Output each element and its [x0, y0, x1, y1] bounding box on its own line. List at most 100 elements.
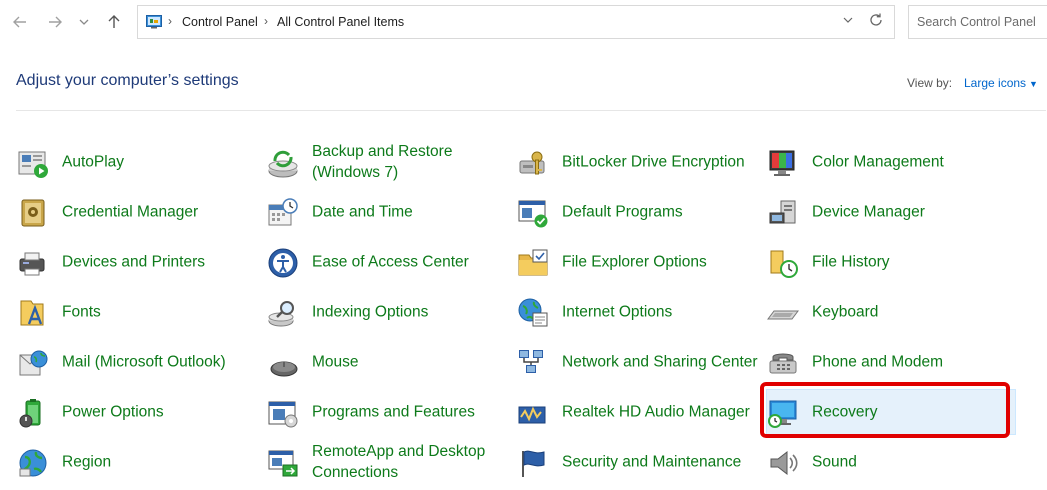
- cp-item-file-explorer-options[interactable]: File Explorer Options: [516, 239, 766, 285]
- indexing-options-icon: [268, 301, 294, 327]
- region-icon: [19, 449, 47, 477]
- cp-item-label: File History: [812, 253, 890, 271]
- color-management-icon: [769, 150, 795, 176]
- cp-item-programs-features[interactable]: Programs and Features: [266, 389, 516, 435]
- remoteapp-icon: [268, 450, 298, 477]
- cp-item-label: Backup and Restore (Windows 7): [312, 143, 453, 181]
- cp-item-backup-restore[interactable]: Backup and Restore (Windows 7): [266, 139, 516, 185]
- cp-item-keyboard[interactable]: Keyboard: [766, 289, 1016, 335]
- cp-item-label: Date and Time: [312, 203, 413, 221]
- up-button[interactable]: [102, 10, 126, 34]
- cp-item-label: AutoPlay: [62, 153, 125, 171]
- cp-item-network-sharing[interactable]: Network and Sharing Center: [516, 339, 766, 385]
- header-divider: [16, 110, 1046, 111]
- cp-item-mail[interactable]: Mail (Microsoft Outlook): [16, 339, 266, 385]
- cp-item-device-manager[interactable]: Device Manager: [766, 189, 1016, 235]
- ease-of-access-icon: [268, 248, 298, 278]
- page-title: Adjust your computer’s settings: [16, 72, 239, 89]
- backup-restore-icon: [268, 150, 298, 178]
- search-input[interactable]: [917, 15, 1047, 29]
- mail-icon: [19, 350, 48, 376]
- address-dropdown-icon[interactable]: [842, 14, 854, 29]
- power-options-icon: [19, 399, 41, 428]
- cp-item-remoteapp[interactable]: RemoteApp and Desktop Connections: [266, 439, 516, 485]
- cp-item-label: Keyboard: [812, 303, 879, 321]
- cp-item-bitlocker[interactable]: BitLocker Drive Encryption: [516, 139, 766, 185]
- network-sharing-icon: [519, 350, 543, 373]
- recovery-icon: [768, 400, 797, 428]
- cp-item-realtek-audio[interactable]: Realtek HD Audio Manager: [516, 389, 766, 435]
- cp-item-label: RemoteApp and Desktop Connections: [312, 443, 486, 481]
- forward-button[interactable]: [43, 10, 67, 34]
- cp-item-label: Security and Maintenance: [562, 453, 742, 471]
- keyboard-icon: [767, 310, 799, 320]
- cp-item-label: File Explorer Options: [562, 253, 707, 271]
- realtek-audio-icon: [518, 406, 546, 424]
- credential-manager-icon: [21, 199, 45, 227]
- cp-item-label: Mouse: [312, 353, 359, 371]
- cp-item-label: Credential Manager: [62, 203, 199, 221]
- breadcrumb-control-panel[interactable]: Control Panel: [182, 15, 258, 29]
- cp-item-phone-modem[interactable]: Phone and Modem: [766, 339, 1016, 385]
- cp-item-label: Programs and Features: [312, 403, 475, 421]
- cp-item-label: Power Options: [62, 403, 164, 421]
- default-programs-icon: [518, 200, 548, 228]
- view-by-value: Large icons: [964, 76, 1027, 90]
- chevron-down-icon: [79, 19, 89, 25]
- cp-item-default-programs[interactable]: Default Programs: [516, 189, 766, 235]
- breadcrumb-separator: ›: [168, 14, 172, 28]
- cp-item-label: Sound: [812, 453, 857, 471]
- cp-item-ease-of-access[interactable]: Ease of Access Center: [266, 239, 516, 285]
- programs-features-icon: [268, 401, 298, 428]
- cp-item-credential-manager[interactable]: Credential Manager: [16, 189, 266, 235]
- view-by-dropdown[interactable]: Large icons ▼: [964, 76, 1038, 90]
- back-arrow-icon: [13, 16, 26, 28]
- cp-item-label: Realtek HD Audio Manager: [562, 403, 750, 421]
- device-manager-icon: [769, 200, 796, 224]
- cp-item-devices-printers[interactable]: Devices and Printers: [16, 239, 266, 285]
- file-explorer-options-icon: [518, 249, 548, 276]
- recent-locations-button[interactable]: [74, 10, 94, 34]
- cp-item-label: Ease of Access Center: [312, 253, 469, 271]
- mouse-icon: [270, 361, 298, 377]
- forward-arrow-icon: [49, 16, 62, 28]
- up-arrow-icon: [108, 15, 120, 28]
- cp-item-recovery[interactable]: Recovery: [766, 389, 1016, 435]
- address-bar[interactable]: › Control Panel › All Control Panel Item…: [137, 5, 895, 39]
- back-button[interactable]: [8, 10, 32, 34]
- cp-item-label: Color Management: [812, 153, 944, 171]
- cp-item-color-management[interactable]: Color Management: [766, 139, 1016, 185]
- search-box[interactable]: [908, 5, 1047, 39]
- cp-item-file-history[interactable]: File History: [766, 239, 1016, 285]
- view-by-label: View by:: [907, 76, 953, 90]
- cp-item-sound[interactable]: Sound: [766, 439, 1016, 485]
- cp-item-label: Region: [62, 453, 112, 471]
- autoplay-icon: [18, 151, 48, 178]
- cp-item-label: Default Programs: [562, 203, 683, 221]
- fonts-icon: [20, 300, 44, 326]
- cp-item-mouse[interactable]: Mouse: [266, 339, 516, 385]
- cp-item-label: Indexing Options: [312, 303, 429, 321]
- cp-item-region[interactable]: Region: [16, 439, 266, 485]
- cp-item-security-maintenance[interactable]: Security and Maintenance: [516, 439, 766, 485]
- cp-item-fonts[interactable]: Fonts: [16, 289, 266, 335]
- cp-item-internet-options[interactable]: Internet Options: [516, 289, 766, 335]
- bitlocker-icon: [519, 151, 545, 175]
- cp-item-label: BitLocker Drive Encryption: [562, 153, 745, 171]
- devices-printers-icon: [19, 252, 45, 276]
- cp-item-label: Network and Sharing Center: [562, 353, 758, 371]
- cp-item-autoplay[interactable]: AutoPlay: [16, 139, 266, 185]
- phone-modem-icon: [769, 353, 797, 374]
- internet-options-icon: [518, 298, 548, 327]
- breadcrumb-separator: ›: [264, 14, 268, 28]
- cp-item-indexing-options[interactable]: Indexing Options: [266, 289, 516, 335]
- cp-item-label: Internet Options: [562, 303, 673, 321]
- control-panel-icon: [146, 15, 162, 29]
- sound-icon: [770, 450, 798, 476]
- cp-item-date-time[interactable]: Date and Time: [266, 189, 516, 235]
- cp-item-label: Recovery: [812, 403, 878, 421]
- cp-item-label: Device Manager: [812, 203, 925, 221]
- refresh-icon[interactable]: [868, 12, 884, 32]
- breadcrumb-all-items[interactable]: All Control Panel Items: [277, 15, 404, 29]
- cp-item-power-options[interactable]: Power Options: [16, 389, 266, 435]
